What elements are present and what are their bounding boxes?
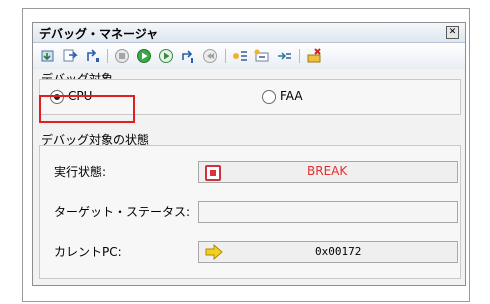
bp-remove-icon[interactable] bbox=[275, 47, 293, 65]
title-bar: デバッグ・マネージャ ✕ bbox=[33, 23, 465, 43]
go-icon[interactable] bbox=[135, 47, 153, 65]
current-pc-field: 0x00172 bbox=[198, 241, 458, 263]
radio-faa[interactable] bbox=[262, 90, 276, 104]
window-title: デバッグ・マネージャ bbox=[39, 27, 159, 41]
current-pc-value: 0x00172 bbox=[315, 245, 362, 258]
debug-manager-panel: デバッグ・マネージャ ✕ CPU FAA デバッグ対象の状態 実行状態: BRE… bbox=[32, 22, 466, 286]
stop-icon[interactable] bbox=[113, 47, 131, 65]
step-back-icon[interactable] bbox=[201, 47, 219, 65]
close-icon[interactable]: ✕ bbox=[446, 26, 459, 39]
exec-state-label: 実行状態: bbox=[54, 165, 107, 179]
exec-state-field: BREAK bbox=[198, 161, 458, 183]
exec-state-value: BREAK bbox=[307, 164, 348, 178]
cpu-highlight-box bbox=[39, 95, 135, 123]
toolbar-separator bbox=[107, 49, 108, 63]
step-into-icon[interactable] bbox=[61, 47, 79, 65]
return-icon[interactable] bbox=[83, 47, 101, 65]
break-icon bbox=[205, 165, 221, 181]
toolbar-separator bbox=[299, 49, 300, 63]
bp-add-icon[interactable] bbox=[253, 47, 271, 65]
toolbar bbox=[33, 43, 465, 69]
target-state-group: 実行状態: BREAK ターゲット・ステータス: カレントPC: 0x00172 bbox=[39, 145, 461, 279]
download-icon[interactable] bbox=[39, 47, 57, 65]
target-status-field bbox=[198, 201, 458, 223]
target-status-label: ターゲット・ステータス: bbox=[54, 205, 191, 219]
radio-faa-label[interactable]: FAA bbox=[280, 89, 303, 103]
start-from-reset-icon[interactable] bbox=[157, 47, 175, 65]
bp-list-icon[interactable] bbox=[231, 47, 249, 65]
clear-icon[interactable] bbox=[305, 47, 323, 65]
toolbar-separator bbox=[225, 49, 226, 63]
pc-arrow-icon bbox=[205, 243, 223, 263]
current-pc-label: カレントPC: bbox=[54, 245, 122, 259]
step-over-icon[interactable] bbox=[179, 47, 197, 65]
